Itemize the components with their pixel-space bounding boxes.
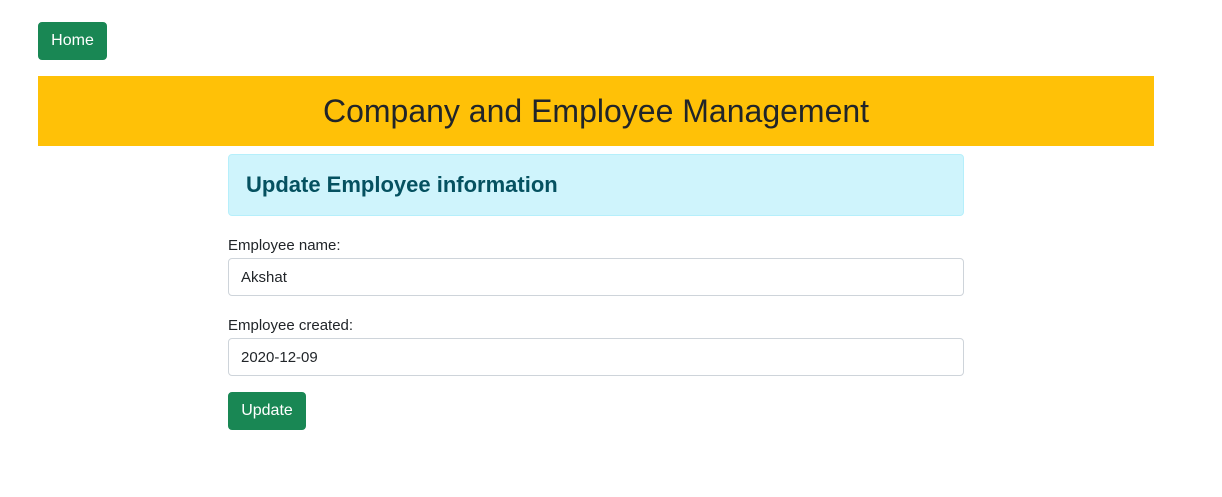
employee-name-input[interactable]: [228, 258, 964, 296]
update-button[interactable]: Update: [228, 392, 306, 430]
employee-created-input[interactable]: [228, 338, 964, 376]
update-employee-form: Update Employee information Employee nam…: [228, 154, 964, 430]
page: Home Company and Employee Management Upd…: [0, 0, 1222, 497]
page-title: Company and Employee Management: [322, 92, 870, 129]
header-banner: Company and Employee Management: [38, 76, 1154, 146]
home-button[interactable]: Home: [38, 22, 107, 60]
form-heading-alert: Update Employee information: [228, 154, 964, 216]
employee-name-label: Employee name:: [228, 237, 341, 254]
employee-created-label: Employee created:: [228, 317, 354, 334]
form-heading: Update Employee information: [246, 172, 558, 197]
